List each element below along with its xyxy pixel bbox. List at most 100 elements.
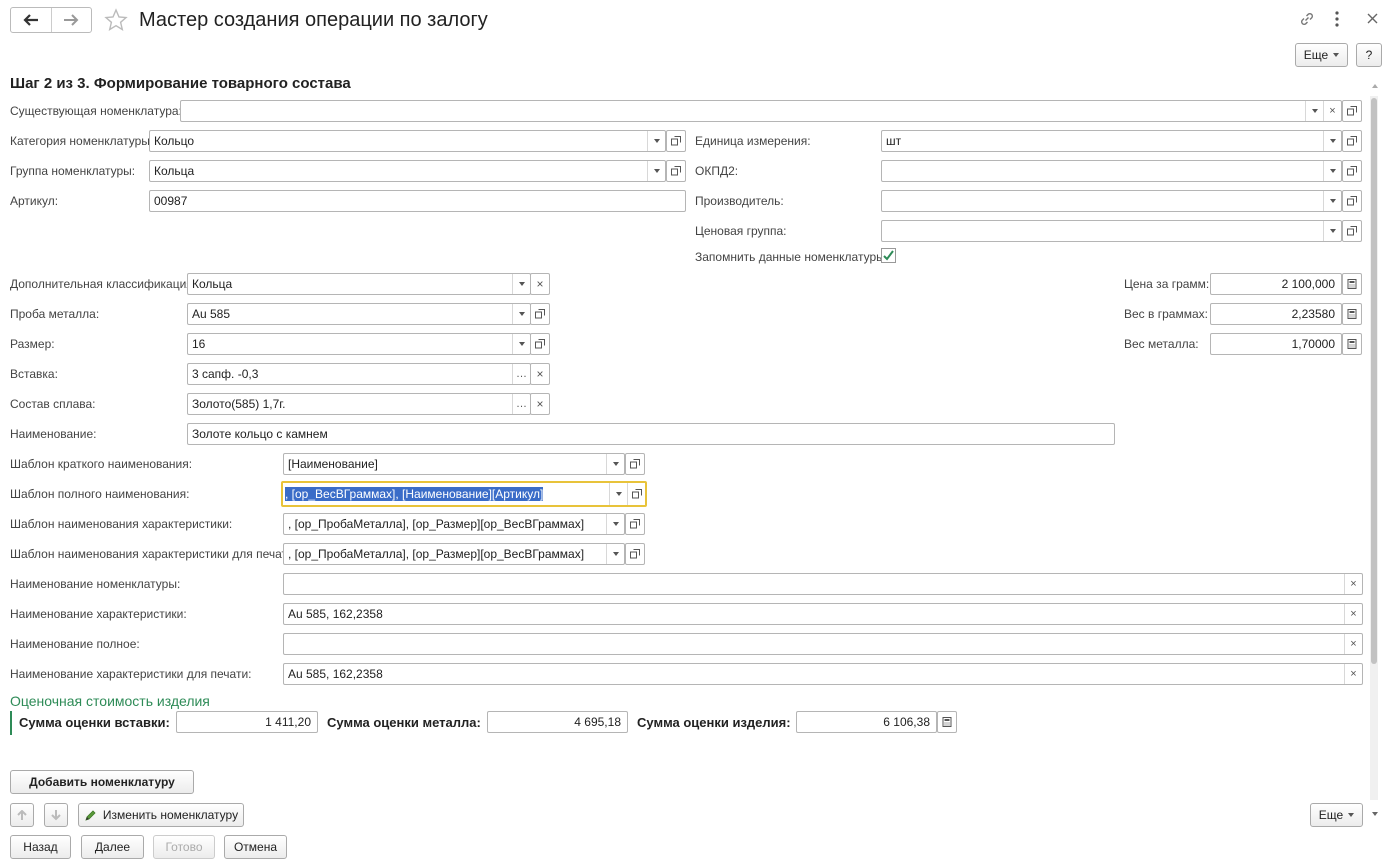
price-gram-field[interactable]: 2 100,000 [1210, 273, 1342, 295]
category-field[interactable]: Кольцо [149, 130, 666, 152]
ellipsis-icon[interactable]: … [512, 364, 530, 384]
open-size-button[interactable] [530, 333, 550, 355]
open-icon [630, 459, 640, 469]
close-icon[interactable] [1367, 13, 1378, 24]
metal-sum-field[interactable]: 4 695,18 [487, 711, 628, 733]
insert-field[interactable]: 3 сапф. -0,3… [187, 363, 531, 385]
move-up-button[interactable] [10, 803, 34, 827]
extra-class-field[interactable]: Кольца [187, 273, 531, 295]
dropdown-icon[interactable] [647, 131, 665, 151]
open-unit-button[interactable] [1342, 130, 1362, 152]
open-okpd-button[interactable] [1342, 160, 1362, 182]
weight-field[interactable]: 2,23580 [1210, 303, 1342, 325]
open-tpl-char-print-button[interactable] [625, 543, 645, 565]
scrollbar[interactable] [1370, 96, 1378, 800]
clear-icon[interactable]: × [1323, 101, 1341, 121]
scroll-up-icon[interactable] [1372, 84, 1378, 88]
ellipsis-icon[interactable]: … [512, 394, 530, 414]
open-tpl-full-button[interactable] [627, 483, 645, 505]
dropdown-icon[interactable] [1323, 161, 1341, 181]
clear-icon[interactable]: × [1344, 574, 1362, 594]
move-down-button[interactable] [44, 803, 68, 827]
clear-alloy-button[interactable]: × [530, 393, 550, 415]
dropdown-icon[interactable] [606, 514, 624, 534]
price-group-field[interactable] [881, 220, 1342, 242]
char-name-field[interactable]: Au 585, 162,2358 × [283, 603, 1363, 625]
open-existing-button[interactable] [1342, 100, 1362, 122]
nom-name-field[interactable]: × [283, 573, 1363, 595]
tpl-full-field[interactable]: , [ор_ВесВГраммах], [Наименование][Артик… [281, 481, 647, 507]
open-maker-button[interactable] [1342, 190, 1362, 212]
maker-field[interactable] [881, 190, 1342, 212]
scroll-down-icon[interactable] [1372, 812, 1378, 816]
calculator-metal-button[interactable] [1342, 333, 1362, 355]
help-button[interactable]: ? [1356, 43, 1382, 67]
dropdown-icon[interactable] [512, 334, 530, 354]
dropdown-icon[interactable] [1305, 101, 1323, 121]
calculator-sum-button[interactable] [937, 711, 957, 733]
cancel-button[interactable]: Отмена [224, 835, 287, 859]
done-button[interactable]: Готово [153, 835, 215, 859]
tpl-char-print-field[interactable]: , [ор_ПробаМеталла], [ор_Размер][ор_ВесВ… [283, 543, 625, 565]
dropdown-icon[interactable] [1323, 131, 1341, 151]
price-gram-label: Цена за грамм: [1124, 277, 1210, 291]
more-bottom-button[interactable]: Еще [1310, 803, 1363, 827]
calculator-icon [1347, 279, 1357, 289]
clear-icon: × [536, 397, 544, 411]
dropdown-icon[interactable] [1323, 221, 1341, 241]
unit-field[interactable]: шт [881, 130, 1342, 152]
dropdown-icon[interactable] [609, 483, 627, 505]
scrollbar-thumb[interactable] [1371, 98, 1377, 664]
forward-arrow-button[interactable] [52, 8, 92, 32]
arrow-down-icon [51, 809, 61, 820]
okpd-field[interactable] [881, 160, 1342, 182]
dropdown-icon[interactable] [512, 304, 530, 324]
clear-icon[interactable]: × [1344, 604, 1362, 624]
dropdown-icon[interactable] [1323, 191, 1341, 211]
tpl-short-field[interactable]: [Наименование] [283, 453, 625, 475]
open-icon [630, 519, 640, 529]
existing-field[interactable]: × [180, 100, 1342, 122]
article-field[interactable]: 00987 [149, 190, 686, 212]
item-sum-field[interactable]: 6 106,38 [796, 711, 937, 733]
clear-insert-button[interactable]: × [530, 363, 550, 385]
open-probe-button[interactable] [530, 303, 550, 325]
alloy-field[interactable]: Золото(585) 1,7г.… [187, 393, 531, 415]
size-field[interactable]: 16 [187, 333, 531, 355]
dropdown-icon[interactable] [606, 544, 624, 564]
open-category-button[interactable] [666, 130, 686, 152]
probe-field[interactable]: Au 585 [187, 303, 531, 325]
clear-icon[interactable]: × [1344, 634, 1362, 654]
remember-checkbox[interactable] [881, 248, 896, 263]
clear-icon[interactable]: × [1344, 664, 1362, 684]
open-group-button[interactable] [666, 160, 686, 182]
tpl-full-label: Шаблон полного наименования: [10, 487, 190, 501]
insert-sum-field[interactable]: 1 411,20 [176, 711, 318, 733]
arrow-right-icon [64, 14, 79, 26]
calculator-price-button[interactable] [1342, 273, 1362, 295]
edit-nomenclature-button[interactable]: Изменить номенклатуру [78, 803, 244, 827]
open-tpl-char-button[interactable] [625, 513, 645, 535]
open-price-group-button[interactable] [1342, 220, 1362, 242]
kebab-menu-icon[interactable] [1334, 10, 1340, 28]
dropdown-icon[interactable] [606, 454, 624, 474]
calculator-weight-button[interactable] [1342, 303, 1362, 325]
add-nomenclature-button[interactable]: Добавить номенклатуру [10, 770, 194, 794]
tpl-char-field[interactable]: , [ор_ПробаМеталла], [ор_Размер][ор_ВесВ… [283, 513, 625, 535]
link-icon[interactable] [1298, 10, 1316, 28]
full-name-field[interactable]: × [283, 633, 1363, 655]
star-icon[interactable] [104, 8, 128, 32]
clear-extra-class-button[interactable]: × [530, 273, 550, 295]
next-button[interactable]: Далее [81, 835, 144, 859]
more-top-button[interactable]: Еще [1295, 43, 1348, 67]
name-field[interactable]: Золоте кольцо с камнем [187, 423, 1115, 445]
char-print-field[interactable]: Au 585, 162,2358 × [283, 663, 1363, 685]
metal-weight-field[interactable]: 1,70000 [1210, 333, 1342, 355]
back-arrow-button[interactable] [11, 8, 52, 32]
price-group-label: Ценовая группа: [695, 224, 787, 238]
open-tpl-short-button[interactable] [625, 453, 645, 475]
back-button[interactable]: Назад [10, 835, 71, 859]
dropdown-icon[interactable] [647, 161, 665, 181]
group-field[interactable]: Кольца [149, 160, 666, 182]
dropdown-icon[interactable] [512, 274, 530, 294]
